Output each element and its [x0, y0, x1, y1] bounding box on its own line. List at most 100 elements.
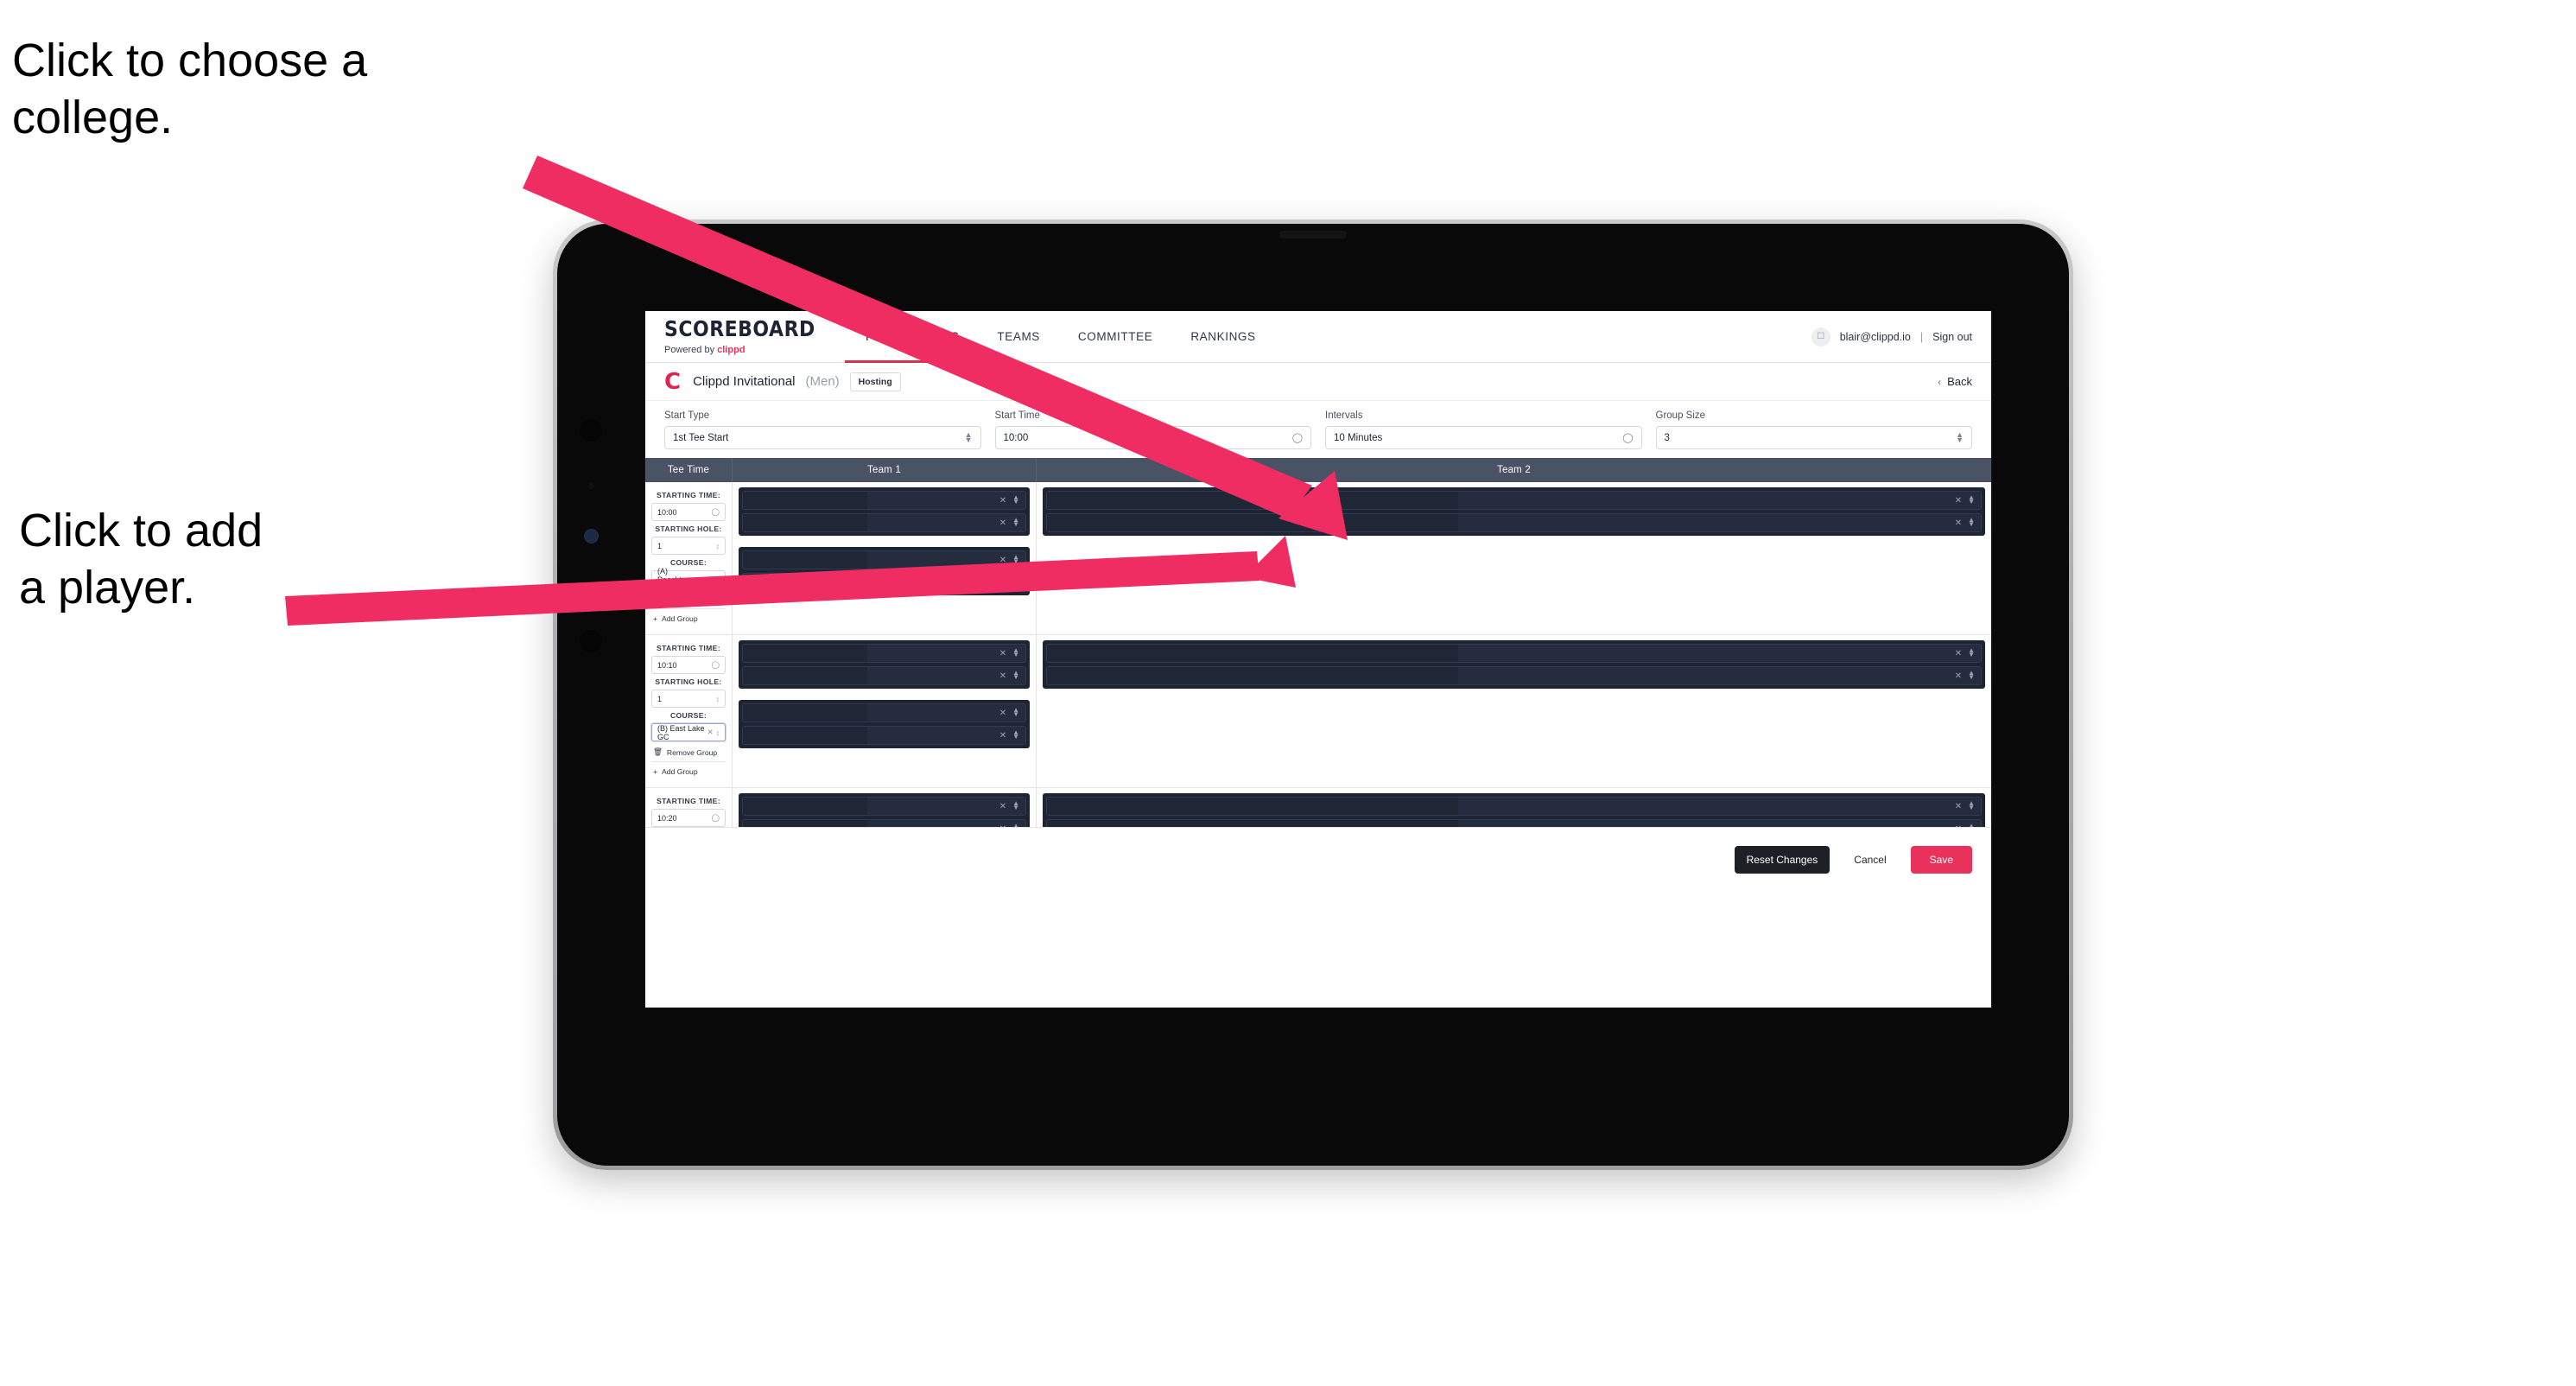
player-group: ✕ ▲▼ ✕ ▲▼ — [1043, 487, 1985, 536]
clear-icon[interactable]: ✕ — [999, 578, 1006, 588]
chevron-left-icon: ‹ — [1938, 375, 1942, 388]
nav-tab-committee[interactable]: COMMITTEE — [1059, 311, 1171, 362]
stepper-icon[interactable]: ▲▼ — [1968, 670, 1975, 681]
clear-icon[interactable]: ✕ — [1955, 518, 1962, 528]
clear-icon[interactable]: ✕ — [999, 671, 1006, 681]
player-select-row[interactable]: ✕ ▲▼ — [1046, 819, 1982, 827]
player-select-row[interactable]: ✕ ▲▼ — [1046, 797, 1982, 816]
sign-out-link[interactable]: Sign out — [1932, 331, 1972, 343]
status-badge: Hosting — [849, 372, 901, 391]
back-button-label: Back — [1947, 375, 1972, 388]
player-select-row[interactable]: ✕ ▲▼ — [742, 797, 1026, 816]
remove-group-button[interactable]: 🗑 Remove Group — [651, 741, 726, 761]
stepper-icon[interactable]: ▲▼ — [1012, 670, 1019, 681]
remove-group-button[interactable]: 🗑 Remove Group — [651, 588, 726, 608]
stepper-icon[interactable]: ↕ — [716, 695, 720, 703]
player-select-row[interactable]: ✕ ▲▼ — [742, 513, 1026, 532]
course-value: (B) East Lake GC — [657, 723, 705, 741]
course-select[interactable]: (A) Peachtree GC ✕ ↕ — [651, 567, 726, 593]
team2-cell: ✕ ▲▼ ✕ ▲▼ — [1037, 788, 1991, 827]
schedule-table-body[interactable]: STARTING TIME: 10:00 ◯ STARTING HOLE: 1 … — [645, 482, 1991, 828]
player-group: ✕ ▲▼ ✕ ▲▼ — [739, 547, 1030, 595]
stepper-icon[interactable]: ▲▼ — [1012, 729, 1019, 741]
nav-tab-tournaments[interactable]: TOURNAMENTS — [844, 311, 979, 363]
stepper-icon[interactable]: ▲▼ — [1012, 647, 1019, 658]
annotation-choose-college: Click to choose a college. — [12, 35, 368, 143]
column-header-tee-time: Tee Time — [645, 458, 733, 482]
player-select-row[interactable]: ✕ ▲▼ — [742, 819, 1026, 827]
starting-time-input[interactable]: 10:10 ◯ — [651, 656, 726, 674]
clear-icon[interactable]: ✕ — [1955, 802, 1962, 811]
back-button[interactable]: ‹ Back — [1938, 375, 1972, 388]
clear-icon[interactable]: ✕ — [999, 556, 1006, 565]
stepper-icon[interactable]: ↕ — [716, 542, 720, 550]
clear-icon[interactable]: ✕ — [999, 731, 1006, 741]
start-time-input[interactable]: 10:00 ◯ — [994, 426, 1311, 449]
clock-icon: ◯ — [1622, 433, 1634, 443]
tee-time-cell: STARTING TIME: 10:00 ◯ STARTING HOLE: 1 … — [645, 482, 733, 634]
clear-icon[interactable]: ✕ — [999, 709, 1006, 718]
field-label-intervals: Intervals — [1325, 410, 1363, 421]
stepper-icon[interactable]: ▲▼ — [1968, 494, 1975, 505]
bezel-sensor-icon — [580, 630, 602, 652]
clear-icon[interactable]: ✕ — [1955, 649, 1962, 658]
clear-icon[interactable]: ✕ — [1955, 496, 1962, 505]
stepper-icon[interactable]: ▲▼ — [1012, 800, 1019, 811]
stepper-icon[interactable]: ▲▼ — [1012, 576, 1019, 588]
brand-logo[interactable]: SCOREBOARD Powered by clippd — [664, 311, 845, 362]
player-select-row[interactable]: ✕ ▲▼ — [742, 666, 1026, 685]
add-group-button[interactable]: + Add Group — [651, 608, 726, 627]
player-select-row[interactable]: ✕ ▲▼ — [1046, 644, 1982, 663]
add-group-button[interactable]: + Add Group — [651, 761, 726, 780]
stepper-icon[interactable]: ▲▼ — [1968, 647, 1975, 658]
starting-hole-input[interactable]: 1 ↕ — [651, 537, 726, 555]
stepper-icon[interactable]: ▲▼ — [1012, 517, 1019, 528]
starting-time-input[interactable]: 10:20 ◯ — [651, 809, 726, 827]
clear-icon[interactable]: ✕ — [707, 728, 714, 737]
remove-group-label: Remove Group — [666, 594, 718, 604]
clear-icon[interactable]: ✕ — [999, 518, 1006, 528]
starting-hole-value: 1 — [657, 541, 663, 550]
save-button[interactable]: Save — [1910, 846, 1972, 874]
stepper-icon[interactable]: ▲▼ — [1968, 517, 1975, 528]
stepper-icon[interactable]: ▲▼ — [1012, 554, 1019, 565]
stepper-icon[interactable]: ↕ — [716, 728, 720, 737]
nav-tab-rankings[interactable]: RANKINGS — [1171, 311, 1274, 362]
player-select-row[interactable]: ✕ ▲▼ — [742, 491, 1026, 510]
group-size-select[interactable]: 3 ▲ ▼ — [1655, 426, 1972, 449]
player-select-row[interactable]: ✕ ▲▼ — [1046, 491, 1982, 510]
player-select-row[interactable]: ✕ ▲▼ — [742, 550, 1026, 569]
course-select[interactable]: (B) East Lake GC ✕ ↕ — [651, 723, 726, 741]
stepper-icon[interactable]: ▲▼ — [1012, 494, 1019, 505]
clear-icon[interactable]: ✕ — [999, 649, 1006, 658]
clear-icon[interactable]: ✕ — [999, 802, 1006, 811]
player-select-row[interactable]: ✕ ▲▼ — [1046, 666, 1982, 685]
player-select-row[interactable]: ✕ ▲▼ — [742, 726, 1026, 745]
plus-icon: + — [653, 614, 658, 623]
team1-cell: ✕ ▲ ▼ ✕ ▲ ▼ ✕ ▲ ▼ ✕ ▲ ▼ — [733, 635, 1037, 787]
clear-icon[interactable]: ✕ — [707, 575, 714, 584]
clear-icon[interactable]: ✕ — [999, 496, 1006, 505]
tablet-screen-bezel: SCOREBOARD Powered by clippd TOURNAMENTS… — [557, 224, 2069, 1166]
player-group: ✕ ▲▼ ✕ ▲▼ — [1043, 640, 1985, 689]
start-type-select[interactable]: 1st Tee Start ▲ ▼ — [664, 426, 981, 449]
starting-hole-input[interactable]: 1 ↕ — [651, 690, 726, 708]
stepper-icon[interactable]: ▲▼ — [1968, 800, 1975, 811]
nav-tab-teams[interactable]: TEAMS — [978, 311, 1059, 362]
clock-icon: ◯ — [1291, 433, 1303, 443]
player-select-row[interactable]: ✕ ▲▼ — [742, 573, 1026, 592]
cancel-button[interactable]: Cancel — [1842, 846, 1898, 874]
player-select-row[interactable]: ✕ ▲▼ — [742, 703, 1026, 722]
player-select-row[interactable]: ✕ ▲▼ — [742, 644, 1026, 663]
starting-time-input[interactable]: 10:00 ◯ — [651, 503, 726, 521]
reset-changes-button[interactable]: Reset Changes — [1734, 846, 1830, 874]
user-avatar-icon[interactable]: ☐ — [1811, 327, 1830, 346]
clear-icon[interactable]: ✕ — [1955, 671, 1962, 681]
player-select-row[interactable]: ✕ ▲▼ — [1046, 513, 1982, 532]
stepper-icon[interactable]: ▲▼ — [1012, 707, 1019, 718]
intervals-input[interactable]: 10 Minutes ◯ — [1325, 426, 1642, 449]
field-group-size: Group Size 3 ▲ ▼ — [1655, 410, 1972, 449]
column-header-team2: Team 2 — [1497, 465, 1531, 475]
bezel-sensor-icon — [580, 419, 602, 442]
stepper-icon[interactable]: ↕ — [716, 575, 720, 584]
